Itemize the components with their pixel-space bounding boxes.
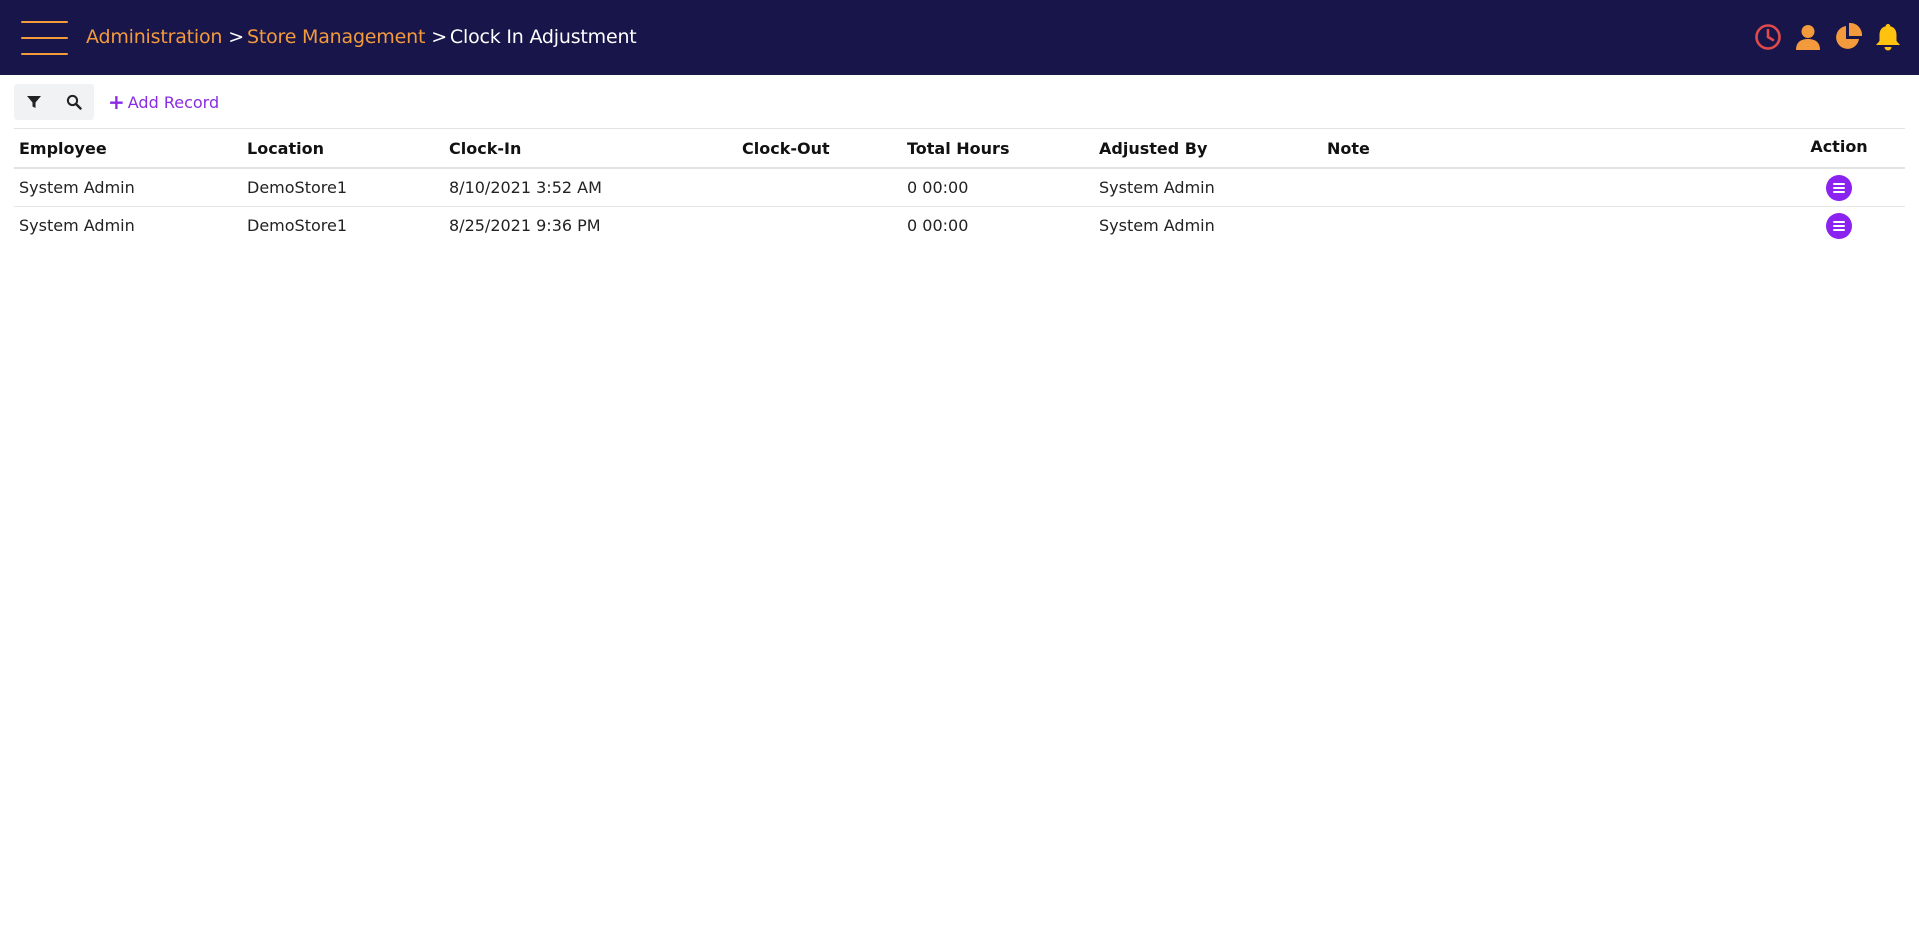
column-header-location[interactable]: Location [247,129,324,167]
table-row[interactable]: System Admin DemoStore1 8/25/2021 9:36 P… [14,207,1905,244]
search-button[interactable] [54,84,94,120]
column-header-clock-in[interactable]: Clock-In [449,129,521,167]
plus-icon: + [108,90,125,114]
cell-employee: System Admin [19,216,135,235]
top-navigation-bar: Administration > Store Management > Clock In… [0,0,1919,75]
table-row[interactable]: System Admin DemoStore1 8/10/2021 3:52 A… [14,169,1905,207]
breadcrumb-administration[interactable]: Administration [86,26,222,48]
row-menu-button[interactable] [1826,212,1852,239]
cell-total-hours: 0 00:00 [907,178,969,197]
breadcrumb-separator: > [431,26,447,48]
header-actions [1753,22,1903,52]
grid-toolbar: + Add Record [14,84,219,120]
clock-icon[interactable] [1753,22,1783,52]
cell-location: DemoStore1 [247,178,348,197]
bell-icon[interactable] [1873,22,1903,52]
column-header-note[interactable]: Note [1327,129,1370,167]
column-header-adjusted-by[interactable]: Adjusted By [1099,129,1207,167]
breadcrumb: Administration > Store Management > Clock In… [86,24,637,50]
cell-clock-in: 8/10/2021 3:52 AM [449,178,602,197]
toolbar-button-group [14,84,94,120]
cell-adjusted-by: System Admin [1099,216,1215,235]
column-header-employee[interactable]: Employee [19,129,107,167]
column-header-clock-out[interactable]: Clock-Out [742,129,830,167]
column-header-action: Action [1810,136,1868,156]
page-title: Clock In Adjustment [449,26,637,48]
add-record-button[interactable]: + Add Record [108,90,220,114]
cell-employee: System Admin [19,178,135,197]
user-icon[interactable] [1793,22,1823,52]
pie-chart-icon[interactable] [1833,22,1863,52]
hamburger-menu-icon[interactable] [21,20,68,55]
list-menu-icon [1833,220,1845,231]
filter-icon [27,96,41,108]
table-header-row: Employee Location Clock-In Clock-Out Tot… [14,129,1905,169]
cell-clock-in: 8/25/2021 9:36 PM [449,216,601,235]
filter-button[interactable] [14,84,54,120]
breadcrumb-store-management[interactable]: Store Management [247,26,425,48]
search-icon [66,94,82,110]
cell-action [1814,169,1864,206]
cell-location: DemoStore1 [247,216,348,235]
row-menu-button[interactable] [1826,174,1852,201]
list-menu-icon [1833,182,1845,193]
column-header-total-hours[interactable]: Total Hours [907,129,1009,167]
add-record-label: Add Record [127,92,220,112]
cell-action [1814,207,1864,244]
cell-adjusted-by: System Admin [1099,178,1215,197]
clock-in-adjustment-table: Employee Location Clock-In Clock-Out Tot… [14,128,1905,244]
breadcrumb-separator: > [228,26,244,48]
cell-total-hours: 0 00:00 [907,216,969,235]
